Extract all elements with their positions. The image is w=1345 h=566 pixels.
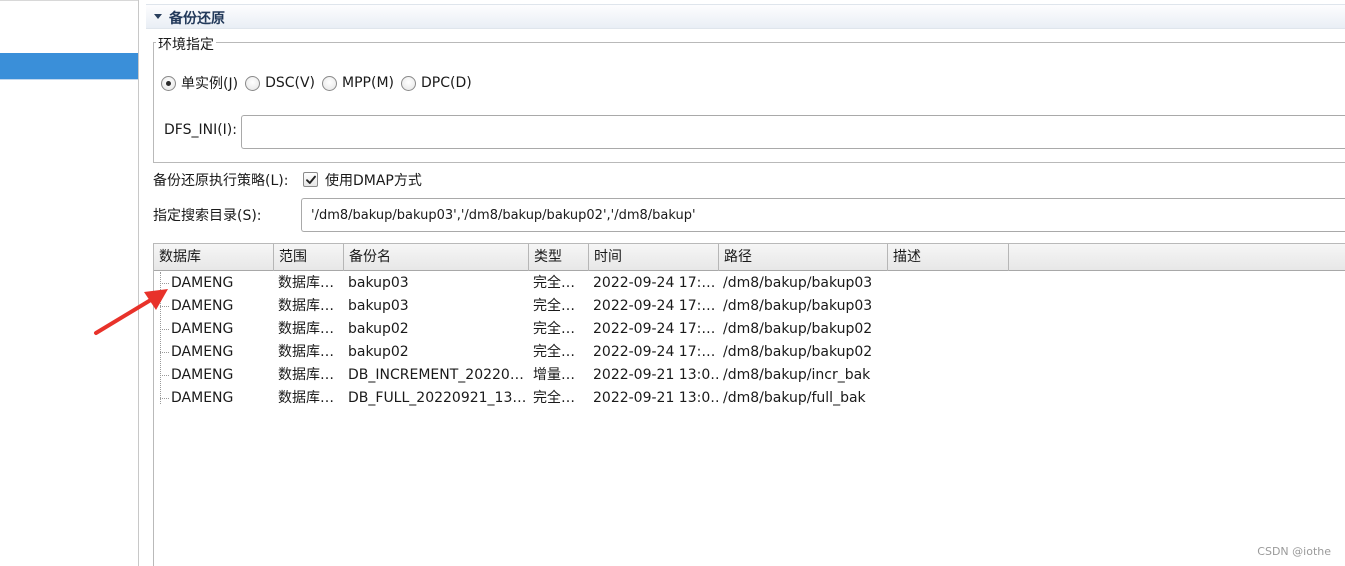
table-row[interactable]: DAMENG 数据库… bakup03 完全… 2022-09-24 17:… /dm8/… xyxy=(154,272,1345,295)
radio-label: DPC(D) xyxy=(420,75,472,91)
table-row[interactable]: DAMENG 数据库… bakup02 完全… 2022-09-24 17:… /dm8/… xyxy=(154,341,1345,364)
environment-group-title: 环境指定 xyxy=(156,34,216,54)
table-row[interactable]: DAMENG 数据库… DB_INCREMENT_20220… 增量… 2022-09-… xyxy=(154,364,1345,387)
cell-time: 2022-09-24 17:… xyxy=(593,298,716,314)
cell-path: /dm8/bakup/full_bak xyxy=(723,390,866,406)
cell-description xyxy=(892,364,1009,387)
table-row[interactable]: DAMENG 数据库… bakup03 完全… 2022-09-24 17:… /dm8/… xyxy=(154,295,1345,318)
cell-scope: 数据库… xyxy=(278,321,334,337)
nav-selected-item[interactable] xyxy=(0,53,138,79)
search-directory-label: 指定搜索目录(S): xyxy=(153,208,262,224)
cell-scope: 数据库… xyxy=(278,344,334,360)
cell-time: 2022-09-24 17:… xyxy=(593,321,716,337)
column-header-database[interactable]: 数据库 xyxy=(154,244,274,271)
dfs-ini-input[interactable] xyxy=(241,115,1345,149)
cell-scope: 数据库… xyxy=(278,390,334,406)
cell-description xyxy=(892,295,1009,318)
table-row[interactable]: DAMENG 数据库… DB_FULL_20220921_13… 完全… 2022-09… xyxy=(154,387,1345,410)
cell-backup-name: DB_INCREMENT_20220… xyxy=(348,367,524,383)
cell-backup-name: bakup02 xyxy=(348,344,409,360)
cell-backup-name: bakup03 xyxy=(348,275,409,291)
cell-time: 2022-09-24 17:… xyxy=(593,275,716,291)
cell-backup-name: bakup02 xyxy=(348,321,409,337)
radio-unselected-icon[interactable] xyxy=(322,75,338,91)
navigation-pane xyxy=(0,0,139,566)
nav-top-divider xyxy=(0,0,138,1)
table-header: 数据库 范围 备份名 类型 时间 路径 描述 xyxy=(154,244,1345,271)
cell-database: DAMENG xyxy=(171,298,234,314)
backup-table: 数据库 范围 备份名 类型 时间 路径 描述 DAMENG 数据库… bakup03… xyxy=(153,243,1345,566)
cell-type: 完全… xyxy=(533,298,575,314)
cell-type: 完全… xyxy=(533,275,575,291)
column-header-description[interactable]: 描述 xyxy=(888,244,1009,271)
radio-mpp[interactable]: MPP(M) xyxy=(322,75,394,91)
search-directory-input[interactable] xyxy=(301,198,1345,232)
cell-path: /dm8/bakup/incr_bak xyxy=(723,367,871,383)
cell-type: 完全… xyxy=(533,390,575,406)
radio-dpc[interactable]: DPC(D) xyxy=(400,75,472,91)
cell-description xyxy=(892,387,1009,410)
cell-scope: 数据库… xyxy=(278,275,334,291)
cell-database: DAMENG xyxy=(171,367,234,383)
cell-backup-name: bakup03 xyxy=(348,298,409,314)
dfs-ini-label: DFS_INI(I): xyxy=(164,122,237,138)
cell-description xyxy=(892,318,1009,341)
strategy-label: 备份还原执行策略(L): xyxy=(153,173,289,189)
cell-time: 2022-09-21 13:0… xyxy=(593,390,719,406)
cell-type: 完全… xyxy=(533,344,575,360)
cell-type: 增量… xyxy=(533,367,575,383)
radio-label: DSC(V) xyxy=(265,75,316,91)
cell-backup-name: DB_FULL_20220921_13… xyxy=(348,390,526,406)
collapse-triangle-icon[interactable] xyxy=(154,14,162,19)
cell-path: /dm8/bakup/bakup02 xyxy=(723,344,873,360)
cell-database: DAMENG xyxy=(171,321,234,337)
red-arrow-annotation xyxy=(94,289,168,335)
radio-label: 单实例(J) xyxy=(181,76,239,92)
dmap-checkbox[interactable] xyxy=(303,172,318,187)
cell-time: 2022-09-21 13:0… xyxy=(593,367,719,383)
section-title: 备份还原 xyxy=(169,11,225,27)
nav-item-divider xyxy=(0,79,138,80)
radio-dsc[interactable]: DSC(V) xyxy=(245,75,315,91)
section-header-backup-restore[interactable]: 备份还原 xyxy=(146,4,1345,29)
column-header-time[interactable]: 时间 xyxy=(589,244,719,271)
cell-path: /dm8/bakup/bakup03 xyxy=(723,275,873,291)
column-header-scope[interactable]: 范围 xyxy=(274,244,344,271)
radio-unselected-icon[interactable] xyxy=(400,75,416,91)
cell-database: DAMENG xyxy=(171,390,234,406)
column-header-backup-name[interactable]: 备份名 xyxy=(344,244,529,271)
cell-description xyxy=(892,272,1009,295)
cell-database: DAMENG xyxy=(171,275,234,291)
radio-label: MPP(M) xyxy=(342,75,394,91)
cell-path: /dm8/bakup/bakup03 xyxy=(723,298,873,314)
dmap-checkbox-label[interactable]: 使用DMAP方式 xyxy=(325,170,422,190)
cell-time: 2022-09-24 17:… xyxy=(593,344,716,360)
column-header-path[interactable]: 路径 xyxy=(719,244,888,271)
checkmark-icon xyxy=(306,175,316,184)
environment-radio-group: 单实例(J) DSC(V) MPP(M) DPC(D) xyxy=(161,73,479,93)
cell-description xyxy=(892,341,1009,364)
cell-scope: 数据库… xyxy=(278,298,334,314)
cell-database: DAMENG xyxy=(171,344,234,360)
cell-scope: 数据库… xyxy=(278,367,334,383)
cell-path: /dm8/bakup/bakup02 xyxy=(723,321,873,337)
table-row[interactable]: DAMENG 数据库… bakup02 完全… 2022-09-24 17:… /dm8/… xyxy=(154,318,1345,341)
radio-single-instance[interactable]: 单实例(J) xyxy=(161,73,238,93)
radio-selected-icon[interactable] xyxy=(161,75,176,91)
column-header-type[interactable]: 类型 xyxy=(529,244,589,271)
watermark: CSDN @iothe xyxy=(1257,545,1331,558)
radio-unselected-icon[interactable] xyxy=(245,75,261,91)
cell-type: 完全… xyxy=(533,321,575,337)
